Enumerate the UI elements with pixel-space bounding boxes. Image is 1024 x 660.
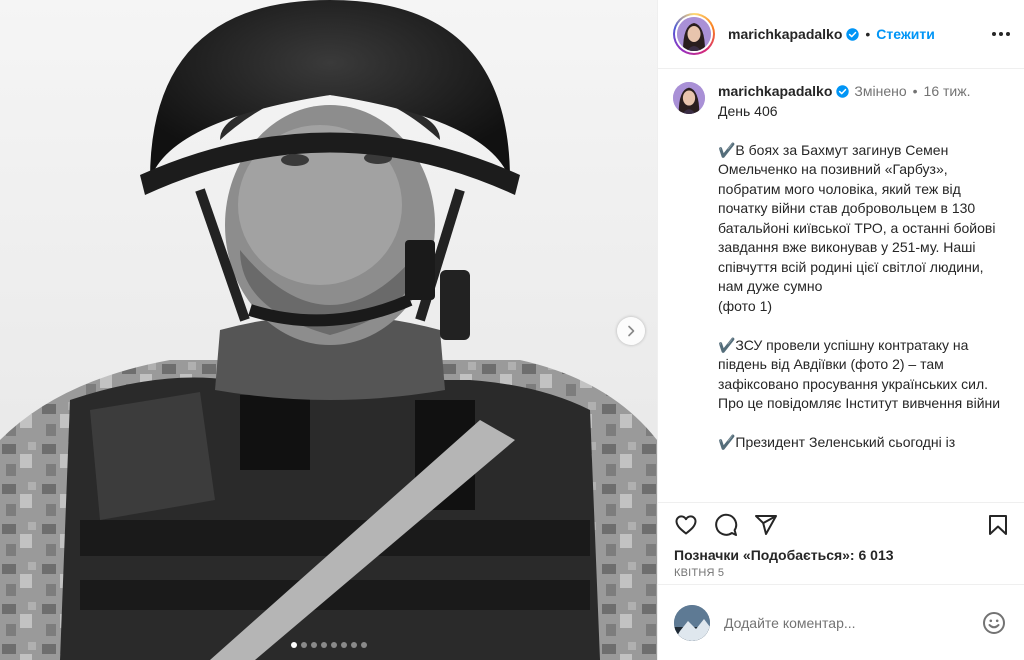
post-photo	[0, 0, 657, 660]
comments-list[interactable]: marichkapadalko Змінено • 16 тиж. День 4…	[658, 70, 1024, 502]
bookmark-icon[interactable]	[986, 513, 1010, 537]
more-options-icon[interactable]	[992, 32, 1010, 36]
carousel-dot	[310, 642, 317, 648]
caption-text: День 406 ✔️В боях за Бахмут загинув Семе…	[718, 102, 1001, 451]
caption-username[interactable]: marichkapadalko	[718, 82, 832, 102]
comment-input[interactable]	[724, 614, 982, 631]
carousel-dot	[350, 642, 357, 648]
emoji-icon[interactable]	[982, 611, 1006, 635]
carousel-dot	[340, 642, 347, 648]
carousel-dot	[300, 642, 307, 648]
carousel-indicator	[0, 642, 657, 648]
header-separator: •	[865, 26, 871, 42]
post-age: 16 тиж.	[923, 83, 971, 99]
likes-count[interactable]: Позначки «Подобається»: 6 013	[674, 547, 1010, 563]
carousel-dot	[330, 642, 337, 648]
post-media[interactable]	[0, 0, 657, 660]
avatar	[677, 17, 711, 51]
heart-icon[interactable]	[674, 513, 698, 537]
chevron-right-icon	[628, 325, 635, 337]
carousel-dot	[320, 642, 327, 648]
verified-badge-icon	[836, 85, 850, 98]
caption-avatar[interactable]	[673, 82, 705, 114]
carousel-dot	[360, 642, 367, 648]
edited-label: Змінено	[854, 83, 907, 99]
add-comment-bar	[658, 584, 1024, 660]
share-icon[interactable]	[754, 513, 778, 537]
caption: marichkapadalko Змінено • 16 тиж. День 4…	[673, 82, 1010, 453]
follow-button[interactable]: Стежити	[876, 26, 935, 42]
post-date: КВІТНЯ 5	[674, 567, 725, 579]
post-side-panel: marichkapadalko • Стежити marichkapadalk…	[657, 0, 1024, 660]
carousel-next-button[interactable]	[617, 317, 645, 345]
verified-badge-icon	[846, 27, 860, 41]
story-ring[interactable]	[673, 13, 715, 55]
post-header: marichkapadalko • Стежити	[658, 0, 1024, 69]
author-username[interactable]: marichkapadalko	[728, 26, 842, 42]
viewer-avatar	[674, 604, 710, 641]
carousel-dot	[290, 642, 297, 648]
post-actions: Позначки «Подобається»: 6 013 КВІТНЯ 5	[658, 502, 1024, 584]
comment-icon[interactable]	[714, 513, 738, 537]
meta-separator: •	[912, 83, 918, 99]
